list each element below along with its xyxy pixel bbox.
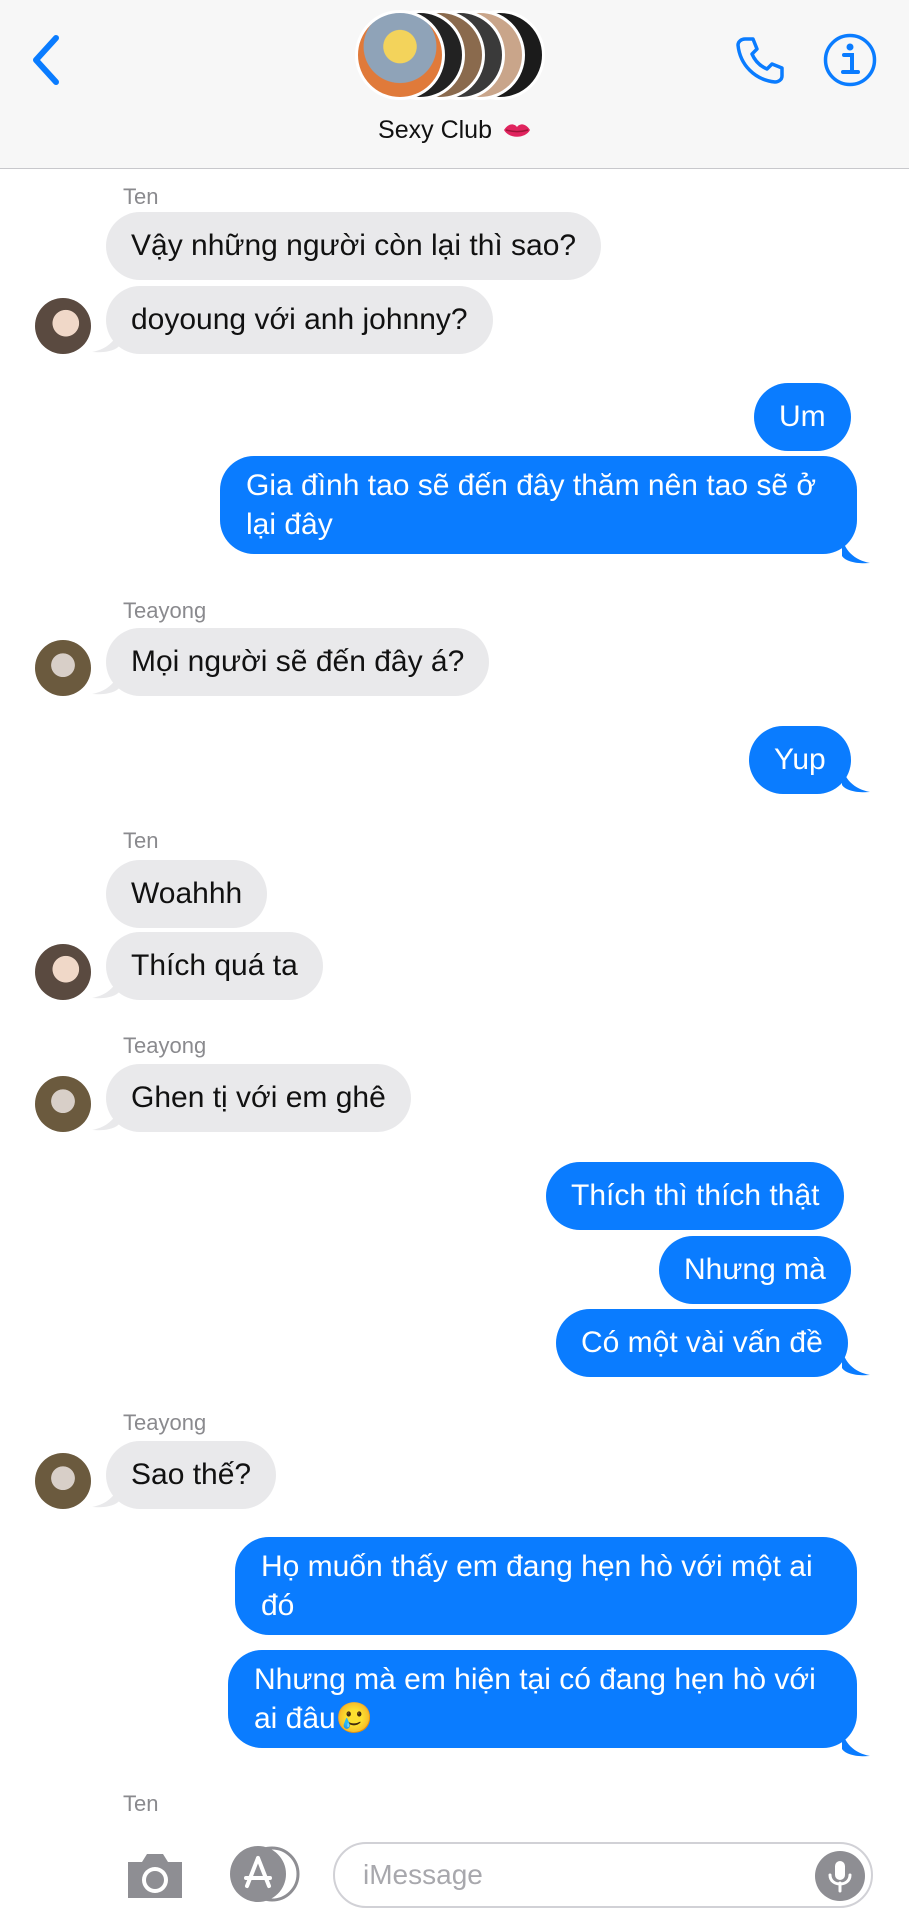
message-bubble-outgoing[interactable]: Thích thì thích thật <box>546 1162 845 1230</box>
imessage-input[interactable]: iMessage <box>333 1842 873 1908</box>
sender-name: Teayong <box>123 1033 207 1058</box>
avatar[interactable] <box>35 1453 91 1509</box>
camera-icon[interactable] <box>124 1850 186 1902</box>
message-bubble-outgoing[interactable]: Họ muốn thấy em đang hẹn hò với một ai đ… <box>235 1537 857 1635</box>
group-avatars[interactable] <box>355 10 555 105</box>
input-placeholder: iMessage <box>363 1859 483 1890</box>
microphone-icon[interactable] <box>815 1851 865 1901</box>
message-bubble-incoming[interactable]: Ghen tị với em ghê <box>106 1064 411 1132</box>
avatar[interactable] <box>35 1076 91 1132</box>
bubble-tail <box>842 1729 870 1757</box>
bubble-tail <box>842 1348 870 1376</box>
message-bubble-incoming[interactable]: Thích quá ta <box>106 932 323 1000</box>
message-bubble-incoming[interactable]: Woahhh <box>106 860 268 928</box>
phone-icon[interactable] <box>733 33 787 87</box>
sender-name: Ten <box>123 1791 159 1816</box>
group-title[interactable]: Sexy Club <box>0 116 909 145</box>
message-bubble-outgoing[interactable]: Nhưng mà <box>659 1236 851 1304</box>
sender-name: Ten <box>123 184 159 209</box>
info-icon[interactable] <box>822 32 878 88</box>
message-bubble-incoming[interactable]: Mọi người sẽ đến đây á? <box>106 628 490 696</box>
message-bubble-outgoing[interactable]: Có một vài vấn đề <box>556 1309 848 1377</box>
kiss-mark-icon <box>503 124 530 138</box>
chevron-left-icon[interactable] <box>28 30 68 90</box>
message-bubble-incoming[interactable]: Sao thế? <box>106 1441 277 1509</box>
message-bubble-outgoing[interactable]: Nhưng mà em hiện tại có đang hẹn hò với … <box>228 1650 857 1748</box>
avatar <box>355 10 445 100</box>
sender-name: Ten <box>123 828 159 853</box>
conversation-header: Sexy Club <box>0 0 909 169</box>
app-store-icon[interactable] <box>226 1846 300 1902</box>
sender-name: Teayong <box>123 598 207 623</box>
message-bubble-outgoing[interactable]: Um <box>754 383 851 451</box>
message-bubble-incoming[interactable]: Vậy những người còn lại thì sao? <box>106 212 602 280</box>
avatar[interactable] <box>35 298 91 354</box>
message-bubble-outgoing[interactable]: Gia đình tao sẽ đến đây thăm nên tao sẽ … <box>220 456 857 554</box>
message-bubble-outgoing[interactable]: Yup <box>749 726 851 794</box>
sender-name: Teayong <box>123 1410 207 1435</box>
message-bubble-incoming[interactable]: doyoung với anh johnny? <box>106 286 493 354</box>
avatar[interactable] <box>35 944 91 1000</box>
group-name: Sexy Club <box>378 116 492 144</box>
avatar[interactable] <box>35 640 91 696</box>
bubble-tail <box>842 765 870 793</box>
bubble-tail <box>842 536 870 564</box>
